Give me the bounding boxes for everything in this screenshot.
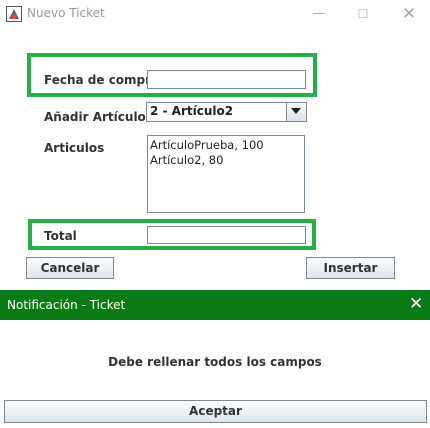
dialog-message: Debe rellenar todos los campos [108,355,322,369]
add-items-label: Añadir Artículos [44,110,153,124]
dropdown-button[interactable] [286,103,306,121]
cancel-button[interactable]: Cancelar [26,257,114,279]
notification-dialog: Notificación - Ticket ✕ Debe rellenar to… [0,290,430,428]
minimize-button[interactable]: — [308,4,330,24]
maximize-button[interactable]: ☐ [352,4,374,24]
items-label: Articulos [44,141,105,155]
dialog-title: Notificación - Ticket [7,298,126,312]
window-title: Nuevo Ticket [27,6,105,20]
app-icon [6,6,22,22]
total-label: Total [44,229,77,243]
title-bar: Nuevo Ticket — ☐ ✕ [0,0,430,30]
items-list[interactable]: ArtículoPrueba, 100 Artículo2, 80 [147,135,305,213]
add-items-selected: 2 - Artículo2 [150,104,234,118]
close-button[interactable]: ✕ [398,4,420,24]
list-item[interactable]: ArtículoPrueba, 100 [150,138,264,152]
list-item[interactable]: Artículo2, 80 [150,153,223,167]
purchase-date-input[interactable] [147,70,306,89]
dialog-title-bar: Notificación - Ticket ✕ [0,290,430,320]
dialog-close-icon[interactable]: ✕ [409,294,423,314]
add-items-dropdown[interactable]: 2 - Artículo2 [146,102,307,122]
total-input[interactable] [147,226,306,244]
chevron-down-icon [291,108,301,114]
accept-button[interactable]: Aceptar [4,400,427,423]
purchase-date-label: Fecha de compra [44,73,160,87]
insert-button[interactable]: Insertar [306,257,395,279]
